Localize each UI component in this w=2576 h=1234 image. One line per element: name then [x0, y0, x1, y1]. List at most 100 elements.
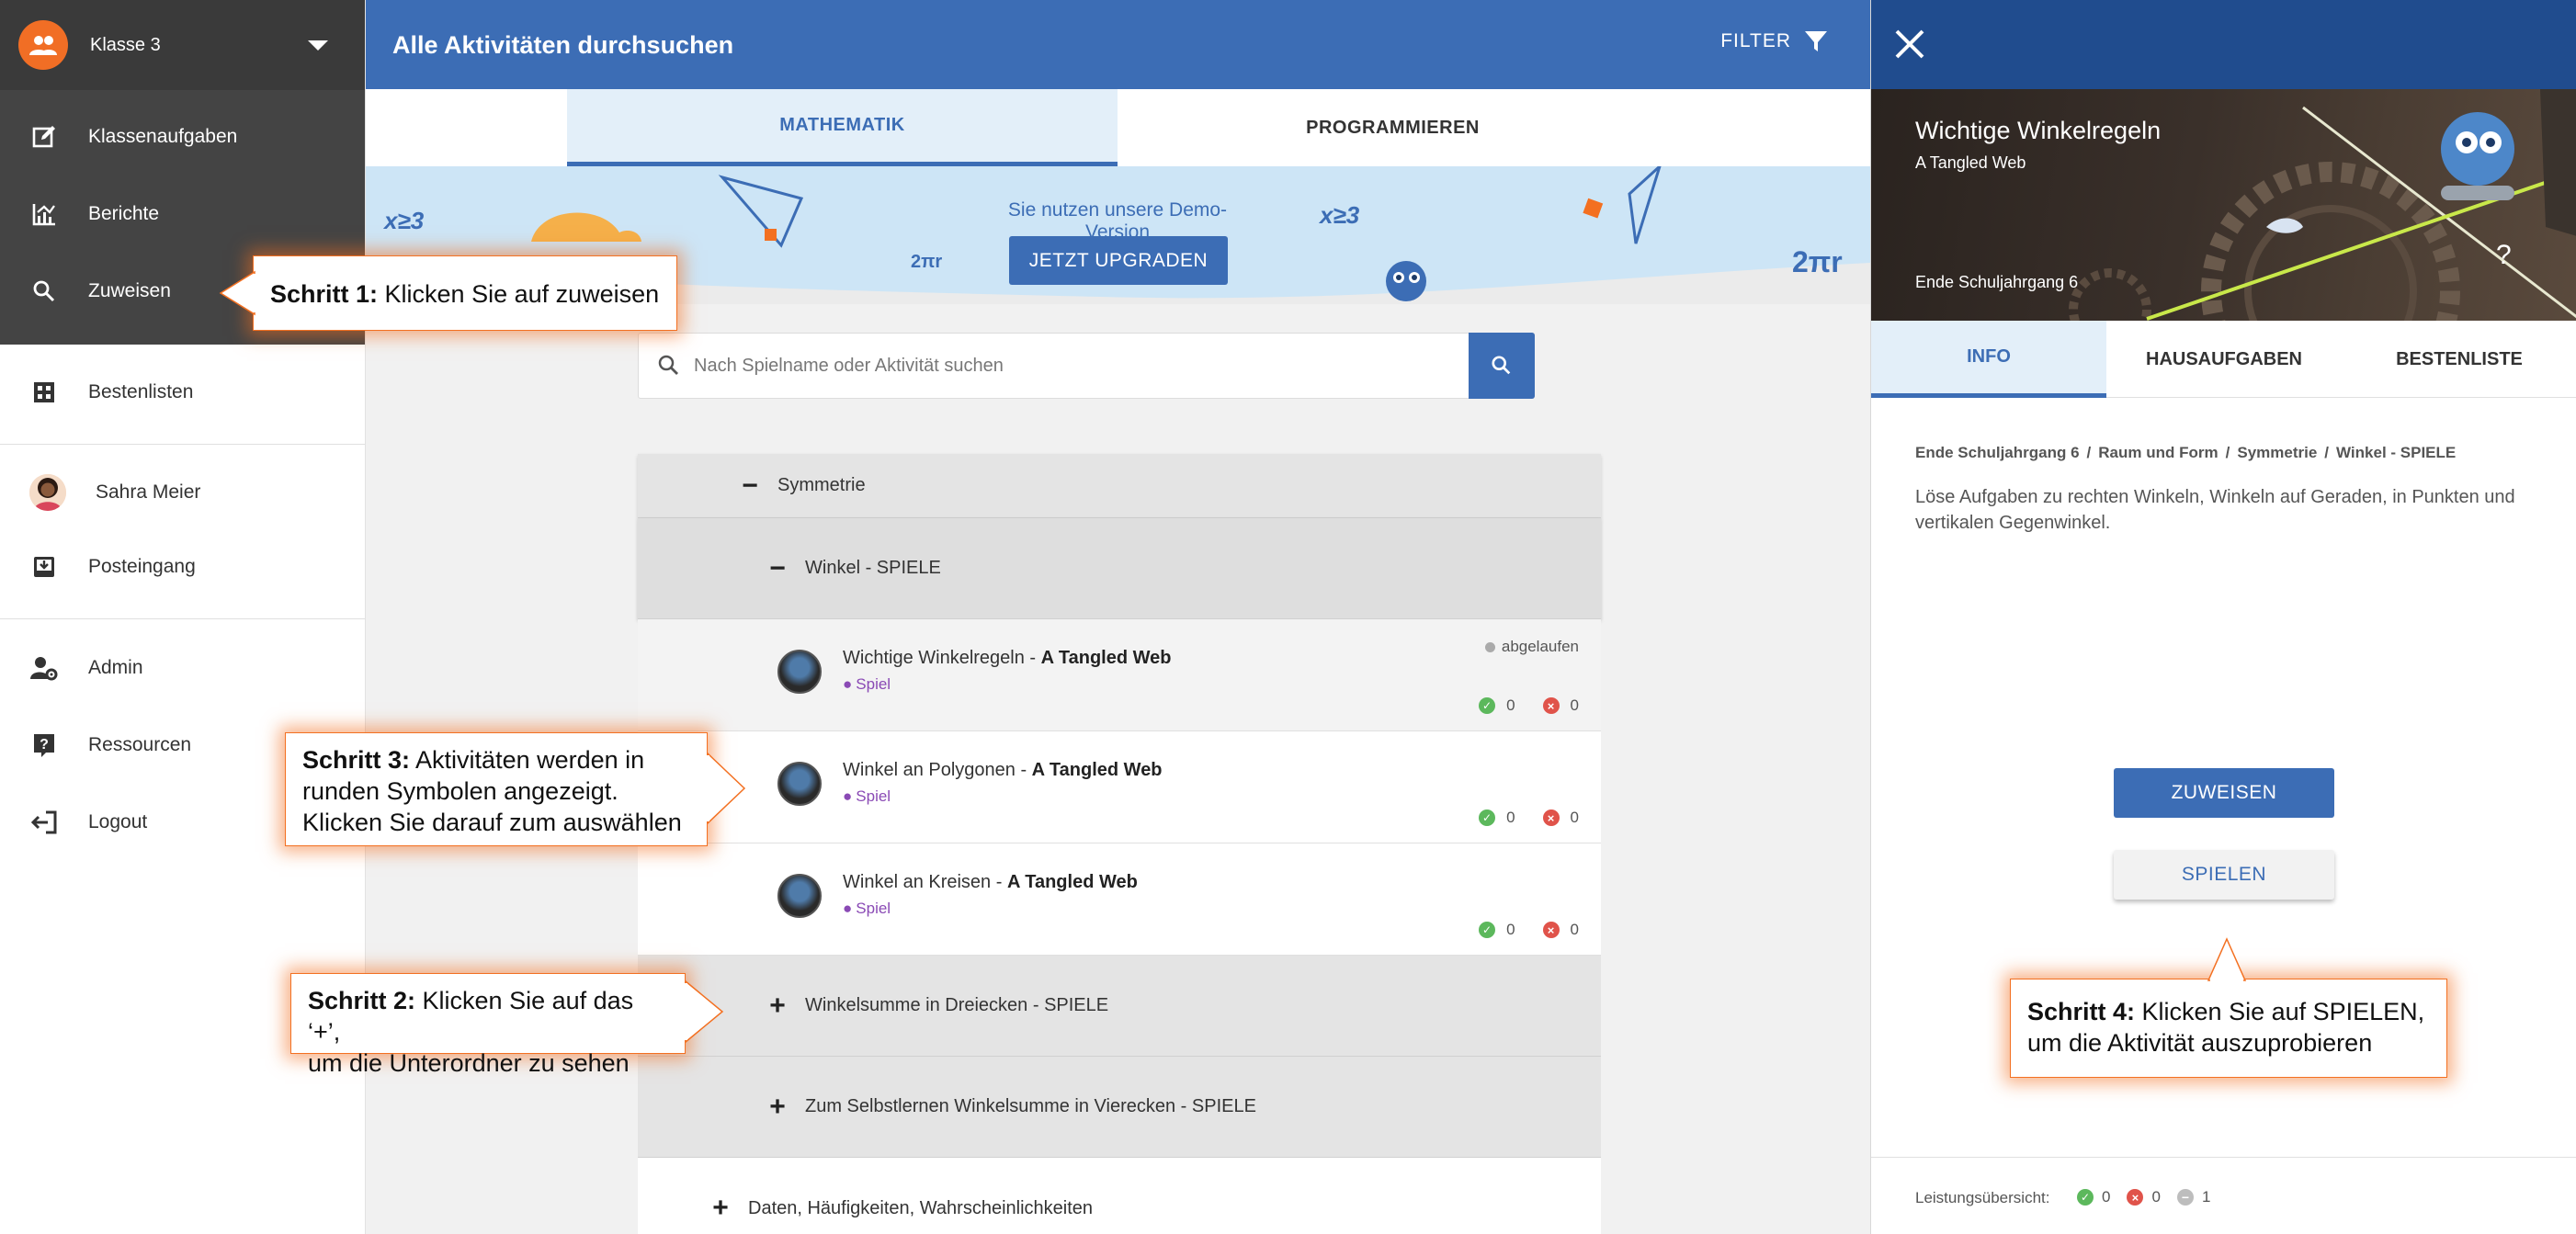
activity-score: ✓ 0 × 0: [1479, 809, 1579, 827]
wrong-count: 0: [1570, 921, 1579, 938]
breadcrumb-item[interactable]: Raum und Form: [2098, 444, 2218, 461]
callout-step-label: Schritt 2:: [308, 987, 416, 1014]
activity-type-label: Spiel: [856, 787, 891, 805]
callout-step-1: Schritt 1: Klicken Sie auf zuweisen: [253, 255, 677, 331]
banner-formula-text: x≥3: [384, 207, 425, 234]
callout-step-label: Schritt 1:: [270, 280, 379, 308]
class-name: Klasse 3: [90, 34, 161, 55]
activity-row[interactable]: Winkel an Polygonen - A Tangled Web ● Spi…: [638, 731, 1601, 843]
folder-winkelsumme-dreiecke[interactable]: + Winkelsumme in Dreiecken - SPIELE: [638, 956, 1601, 1057]
tab-programmieren[interactable]: PROGRAMMIEREN: [1118, 89, 1668, 166]
sidebar-item-berichte[interactable]: Berichte: [0, 188, 365, 240]
callout-line: Schritt 2: Klicken Sie auf das ‘+’,: [308, 985, 668, 1047]
sidebar-divider: [0, 618, 365, 619]
activity-row[interactable]: Winkel an Kreisen - A Tangled Web ● Spiel…: [638, 843, 1601, 956]
breadcrumb-item[interactable]: Symmetrie: [2237, 444, 2317, 461]
callout-step-label: Schritt 4:: [2027, 998, 2136, 1025]
collapse-icon[interactable]: −: [739, 470, 761, 502]
activity-detail-grade: Ende Schuljahrgang 6: [1915, 273, 2079, 291]
detail-tabs: INFO HAUSAUFGABEN BESTENLISTE: [1871, 321, 2576, 398]
correct-count: 0: [1506, 921, 1515, 938]
breadcrumb-separator: /: [2086, 444, 2092, 461]
check-icon: ✓: [1479, 922, 1496, 938]
folder-symmetrie[interactable]: − Symmetrie: [638, 454, 1601, 518]
search-icon: [658, 355, 678, 375]
cross-icon: ×: [2127, 1189, 2144, 1206]
assign-button[interactable]: ZUWEISEN: [2114, 768, 2334, 818]
activity-row[interactable]: Wichtige Winkelregeln - A Tangled Web ● S…: [638, 619, 1601, 731]
sidebar-item-label: Posteingang: [88, 556, 196, 577]
search-button[interactable]: [1469, 333, 1535, 399]
activity-title: Wichtige Winkelregeln - A Tangled Web: [843, 648, 1171, 669]
sidebar-item-label: Klassenaufgaben: [88, 126, 238, 147]
activity-game-name: A Tangled Web: [1031, 760, 1163, 780]
breadcrumb-item[interactable]: Winkel - SPIELE: [2336, 444, 2456, 461]
sidebar-item-label: Bestenlisten: [88, 381, 194, 402]
callout-pointer: [684, 979, 724, 1044]
callout-step-3: Schritt 3: Aktivitäten werden in runden …: [285, 732, 708, 846]
search-input[interactable]: [694, 334, 1466, 398]
sidebar-item-posteingang[interactable]: Posteingang: [0, 541, 365, 593]
sidebar-item-label: Berichte: [88, 203, 160, 224]
banner-formula-decoration: x≥3: [1320, 201, 1360, 229]
activity-thumbnail[interactable]: [777, 874, 822, 918]
activity-type-label: Spiel: [856, 900, 891, 917]
page-title: Alle Aktivitäten durchsuchen: [392, 31, 734, 59]
activity-type: ● Spiel: [843, 900, 891, 918]
callout-line: Schritt 3: Aktivitäten werden in: [302, 744, 690, 775]
activity-score: ✓ 0 × 0: [1479, 696, 1579, 715]
chevron-down-icon[interactable]: [308, 40, 328, 51]
sidebar-item-bestenlisten[interactable]: Bestenlisten: [0, 367, 365, 418]
check-icon: ✓: [1479, 809, 1496, 826]
folder-daten[interactable]: + Daten, Häufigkeiten, Wahrscheinlichkei…: [638, 1158, 1601, 1234]
activity-description: Löse Aufgaben zu rechten Winkeln, Winkel…: [1915, 487, 2515, 533]
activity-score: ✓ 0 × 0: [1479, 921, 1579, 939]
activity-thumbnail[interactable]: [777, 650, 822, 694]
breadcrumb-separator: /: [2324, 444, 2330, 461]
activity-type-label: Spiel: [856, 675, 891, 693]
tab-info[interactable]: INFO: [1871, 321, 2106, 398]
callout-line: Klicken Sie darauf zum auswählen: [302, 809, 682, 836]
callout-pointer: [219, 270, 256, 316]
tab-bestenliste[interactable]: BESTENLISTE: [2342, 321, 2576, 398]
callout-pointer: [2207, 937, 2247, 982]
activity-thumbnail[interactable]: [777, 762, 822, 806]
folder-label: Winkelsumme in Dreiecken - SPIELE: [805, 995, 1109, 1015]
minus-icon: −: [2176, 1189, 2194, 1206]
activity-type: ● Spiel: [843, 787, 891, 806]
activity-title-text: Winkel an Polygonen -: [843, 760, 1032, 780]
collapse-icon[interactable]: −: [766, 553, 789, 584]
tab-mathematik[interactable]: MATHEMATIK: [567, 89, 1118, 166]
expand-icon[interactable]: +: [766, 991, 789, 1022]
performance-summary: Leistungsübersicht: ✓ 0 × 0 −1: [1871, 1157, 2576, 1234]
breadcrumb-item[interactable]: Ende Schuljahrgang 6: [1915, 444, 2080, 461]
activity-title: Winkel an Kreisen - A Tangled Web: [843, 872, 1138, 893]
callout-line: Schritt 4: Klicken Sie auf SPIELEN,: [2027, 996, 2430, 1027]
activity-title: Winkel an Polygonen - A Tangled Web: [843, 760, 1163, 781]
class-group-icon: [18, 20, 68, 70]
search-icon: [1492, 356, 1511, 375]
sidebar-item-label: Zuweisen: [88, 280, 171, 301]
upgrade-button[interactable]: JETZT UPGRADEN: [1009, 236, 1228, 285]
tab-hausaufgaben[interactable]: HAUSAUFGABEN: [2106, 321, 2342, 398]
sidebar-item-label: Logout: [88, 811, 148, 832]
filter-label: FILTER: [1720, 30, 1791, 51]
close-icon[interactable]: [1889, 24, 1930, 64]
filter-button[interactable]: FILTER: [1720, 29, 1828, 53]
callout-line: um die Unterordner zu sehen: [308, 1049, 630, 1077]
sidebar-item-admin[interactable]: Admin: [0, 642, 365, 694]
detail-header: [1871, 0, 2576, 89]
expand-icon[interactable]: +: [766, 1092, 789, 1123]
folder-selbstlernen-vierecke[interactable]: + Zum Selbstlernen Winkelsumme in Vierec…: [638, 1057, 1601, 1158]
folder-winkel-spiele[interactable]: − Winkel - SPIELE: [638, 518, 1601, 619]
play-button[interactable]: SPIELEN: [2114, 850, 2334, 900]
expand-icon[interactable]: +: [709, 1193, 732, 1224]
class-selector[interactable]: Klasse 3: [0, 0, 365, 90]
sidebar-item-klassenaufgaben[interactable]: Klassenaufgaben: [0, 111, 365, 163]
status-label: abgelaufen: [1501, 638, 1579, 655]
callout-line: runden Symbolen angezeigt.: [302, 777, 618, 805]
sidebar-item-profile[interactable]: Sahra Meier: [0, 467, 365, 518]
sidebar-item-label: Ressourcen: [88, 734, 192, 755]
correct-count: 0: [1506, 696, 1515, 714]
correct-count: 0: [1506, 809, 1515, 826]
